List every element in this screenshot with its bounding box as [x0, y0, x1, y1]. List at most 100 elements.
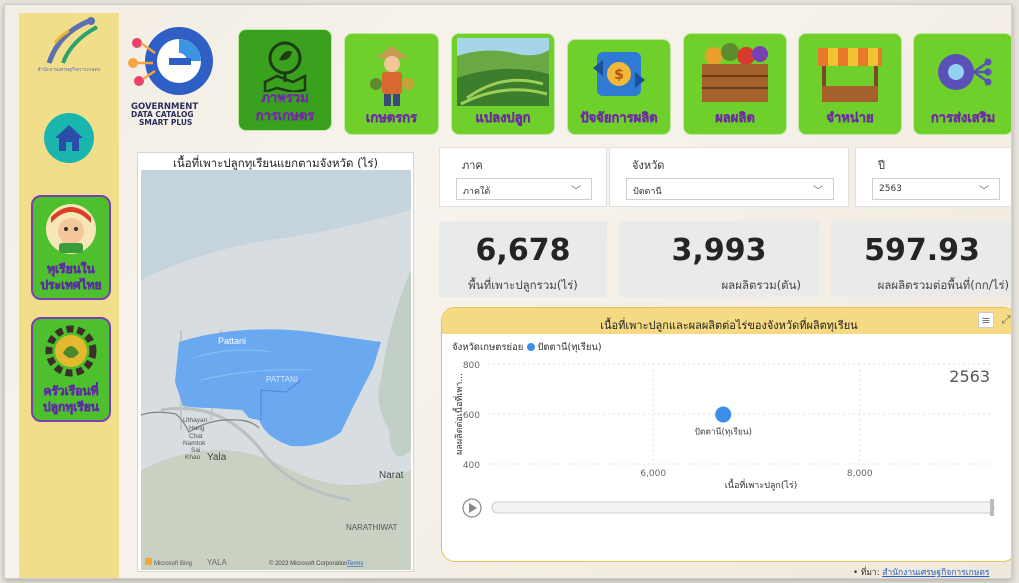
- farmer-icon: [369, 46, 414, 106]
- money-cycle-icon: $: [593, 52, 645, 96]
- durian-girl-icon: [46, 204, 96, 254]
- tab-production-inputs[interactable]: $ ปัจจัยการผลิต: [567, 39, 671, 135]
- produce-crate-icon: [702, 43, 768, 102]
- region-dropdown[interactable]: ภาคใต้ ﹀: [456, 178, 592, 200]
- map-view[interactable]: Pattani PATTANI Uthayan Hong Chat Namtok…: [141, 170, 411, 570]
- tab-overview[interactable]: ภาพรวม การเกษตร: [238, 29, 332, 131]
- province-dropdown[interactable]: ปัตตานี ﹀: [626, 178, 834, 200]
- y-tick-label: 800: [463, 361, 480, 371]
- filter-label: จังหวัด: [632, 159, 665, 172]
- kpi-yield-per-area: 597.93 ผลผลิตรวมต่อพื้นที่(กก/ไร่): [831, 221, 1011, 297]
- gear-network-icon: [938, 54, 992, 90]
- filter-label: ปี: [878, 159, 885, 172]
- home-button[interactable]: [44, 113, 94, 163]
- map-terms-link[interactable]: Terms: [347, 561, 363, 567]
- play-axis-year: 2563: [949, 367, 990, 386]
- tab-label-line: การเกษตร: [255, 109, 315, 125]
- year-dropdown[interactable]: 2563 ﹀: [872, 178, 1000, 200]
- agency-logo: สำนักงานเศรษฐกิจการเกษตร: [19, 13, 119, 108]
- map-panel: เนื้อที่เพาะปลูกทุเรียนแยกตามจังหวัด (ไร…: [137, 152, 414, 572]
- tab-promotion[interactable]: การส่งเสริม: [913, 33, 1011, 135]
- sidebar-item-label: ทุเรียนใน: [47, 262, 95, 277]
- filter-icon[interactable]: ≡: [978, 312, 994, 328]
- source-prefix: • ที่มา:: [853, 568, 880, 578]
- map-label: Hong: [189, 425, 205, 432]
- map-label: Uthayan: [183, 417, 208, 424]
- x-tick-label: 6,000: [640, 469, 666, 479]
- field-icon: [457, 38, 549, 106]
- sidebar-item-label: ประเทศไทย: [40, 278, 102, 293]
- scatter-panel: เนื้อที่เพาะปลูกและผลผลิตต่อไร่ของจังหวั…: [441, 307, 1011, 562]
- gov-logo-text: GOVERNMENT DATA CATALOG SMART PLUS: [131, 103, 198, 127]
- tab-label: จำหน่าย: [826, 111, 874, 127]
- map-copyright: © 2023 Microsoft Corporation: [269, 560, 347, 567]
- agency-name: สำนักงานเศรษฐกิจการเกษตร: [37, 67, 101, 73]
- map-label: Sai: [191, 447, 200, 454]
- y-tick-label: 400: [463, 461, 480, 471]
- filter-label: ภาค: [462, 159, 483, 172]
- map-label: Khao: [185, 454, 201, 461]
- tab-label: เกษตรกร: [365, 111, 418, 127]
- tab-produce[interactable]: ผลผลิต: [683, 33, 787, 135]
- x-tick-label: 8,000: [847, 469, 873, 479]
- gear-durian-icon: [45, 325, 97, 377]
- kpi-planted-area: 6,678 พื้นที่เพาะปลูกรวม(ไร่): [439, 221, 607, 297]
- tab-label: ผลผลิต: [715, 111, 755, 127]
- kpi-value: 6,678: [475, 233, 571, 268]
- tab-distribution[interactable]: จำหน่าย: [798, 33, 902, 135]
- map-label: YALA: [207, 558, 228, 567]
- market-stall-icon: [818, 48, 882, 102]
- map-label: Narat: [379, 470, 404, 481]
- x-axis-label: เนื้อที่เพาะปลูก(ไร่): [725, 478, 798, 491]
- scatter-point: [715, 406, 732, 423]
- sidebar-item-label: ปลูกทุเรียน: [43, 400, 100, 415]
- play-axis-slider[interactable]: [491, 501, 995, 514]
- chevron-down-icon: ﹀: [813, 186, 823, 197]
- filter-year: ปี 2563 ﹀: [855, 147, 1011, 207]
- sidebar: สำนักงานเศรษฐกิจการเกษตร ทุเรียนใน ประเท…: [19, 13, 119, 578]
- agency-emblem-icon: [46, 17, 98, 64]
- map-canvas: Pattani PATTANI Uthayan Hong Chat Namtok…: [141, 170, 411, 570]
- filter-region: ภาค ภาคใต้ ﹀: [439, 147, 607, 207]
- filter-province: จังหวัด ปัตตานี ﹀: [609, 147, 849, 207]
- map-label: Namtok: [183, 440, 206, 447]
- source-note: • ที่มา: สำนักงานเศรษฐกิจการเกษตร: [853, 565, 989, 578]
- tab-label: แปลงปลูก: [475, 111, 531, 127]
- dropdown-value: ปัตตานี: [633, 187, 662, 197]
- dropdown-value: ภาคใต้: [463, 187, 491, 197]
- dashboard-frame: สำนักงานเศรษฐกิจการเกษตร ทุเรียนใน ประเท…: [4, 4, 1012, 579]
- home-icon: [55, 125, 83, 151]
- sidebar-item-durian-thailand[interactable]: ทุเรียนใน ประเทศไทย: [31, 195, 111, 300]
- scatter-title: เนื้อที่เพาะปลูกและผลผลิตต่อไร่ของจังหวั…: [600, 319, 858, 332]
- tab-farmers[interactable]: เกษตรกร: [344, 33, 439, 135]
- point-label: ปัตตานี(ทุเรียน): [694, 427, 752, 438]
- slider-handle[interactable]: [990, 499, 994, 516]
- chevron-down-icon: ﹀: [979, 186, 989, 197]
- kpi-total-production: 3,993 ผลผลิตรวม(ตัน): [619, 221, 819, 297]
- source-link[interactable]: สำนักงานเศรษฐกิจการเกษตร: [882, 568, 989, 578]
- sidebar-item-label: ครัวเรือนที่: [43, 384, 99, 399]
- y-axis-label: ผลผลิตต่อเนื้อที่เพา...: [452, 373, 465, 455]
- y-tick-label: 600: [463, 411, 480, 421]
- kpi-label: ผลผลิตรวมต่อพื้นที่(กก/ไร่): [877, 278, 1009, 292]
- bing-icon: [145, 558, 152, 565]
- tab-plots[interactable]: แปลงปลูก: [451, 33, 555, 135]
- logo-line: SMART PLUS: [139, 118, 193, 127]
- map-label: PATTANI: [266, 375, 298, 384]
- tab-label: ภาพรวม การเกษตร: [239, 90, 331, 126]
- map-label: Yala: [207, 452, 227, 463]
- map-label: Pattani: [218, 336, 246, 346]
- tab-label: ปัจจัยการผลิต: [580, 111, 658, 127]
- tab-label-line: ภาพรวม: [261, 91, 309, 107]
- kpi-label: พื้นที่เพาะปลูกรวม(ไร่): [468, 278, 578, 292]
- svg-text:$: $: [614, 67, 624, 83]
- scatter-chart: 800 600 400 6,000 8,000 เนื้อที่เพาะปลูก(ไร่)…: [452, 361, 995, 518]
- dropdown-value: 2563: [879, 184, 902, 194]
- map-label: Chat: [189, 433, 203, 440]
- kpi-value: 3,993: [671, 233, 767, 268]
- kpi-label: ผลผลิตรวม(ตัน): [721, 278, 801, 292]
- map-bing: Microsoft Bing: [154, 561, 192, 567]
- map-label: NARATHIWAT: [346, 523, 398, 532]
- focus-mode-icon[interactable]: ⤢: [998, 312, 1011, 328]
- sidebar-item-durian-households[interactable]: ครัวเรือนที่ ปลูกทุเรียน: [31, 317, 111, 422]
